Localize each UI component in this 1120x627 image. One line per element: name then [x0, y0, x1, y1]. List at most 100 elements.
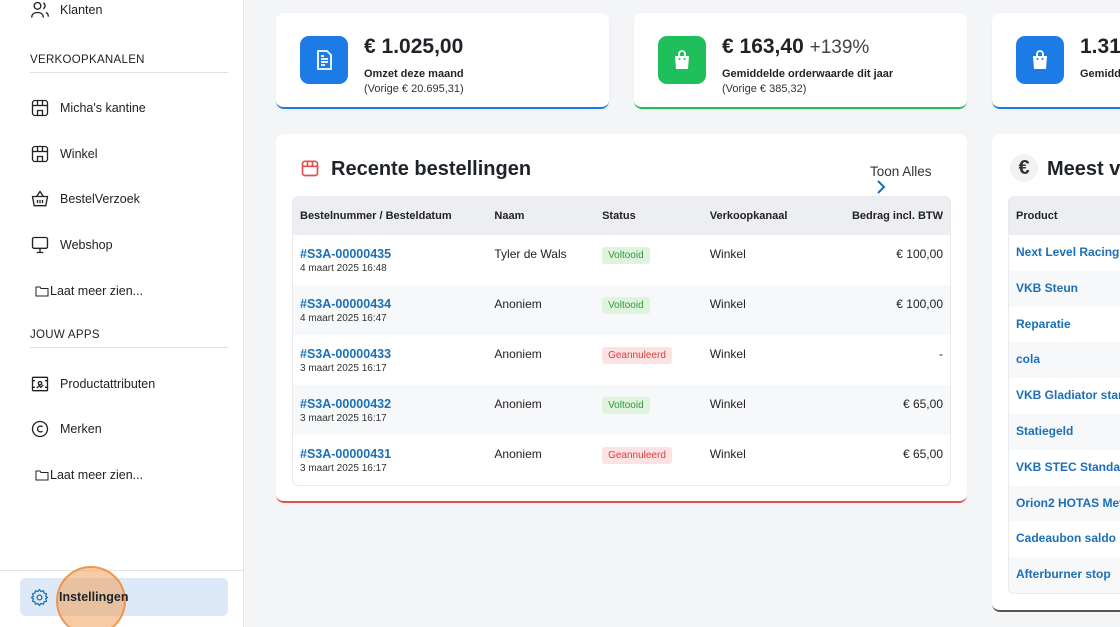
show-more-link-channels[interactable]: Laat meer zien...	[35, 284, 143, 298]
product-link[interactable]: Cadeaubon saldo	[1009, 521, 1120, 557]
status-badge: Geannuleerd	[602, 347, 672, 364]
stat-value: 1.31	[1080, 35, 1120, 58]
order-amount: -	[939, 347, 943, 361]
status-badge: Voltooid	[602, 297, 650, 314]
copyright-icon	[31, 420, 49, 438]
product-link[interactable]: Orion2 HOTAS Meta	[1009, 485, 1120, 522]
status-badge: Geannuleerd	[602, 447, 672, 464]
customer-name: Anoniem	[494, 347, 542, 361]
sidebar-item-label: Winkel	[60, 147, 98, 161]
users-icon	[31, 1, 49, 18]
image-frame-icon	[31, 376, 49, 392]
panel-title: Recente bestellingen	[331, 158, 532, 180]
status-badge: Voltooid	[602, 397, 650, 414]
column-header[interactable]: Bestelnummer / Besteldatum	[293, 210, 494, 222]
order-date: 4 maart 2025 16:48	[300, 263, 387, 274]
store-icon	[31, 99, 49, 117]
sidebar-item-label: Webshop	[60, 238, 113, 252]
order-date: 3 maart 2025 16:17	[300, 363, 387, 374]
sidebar-item-label: Micha's kantine	[60, 101, 146, 115]
sales-channel: Winkel	[709, 347, 746, 361]
customer-name: Tyler de Wals	[494, 247, 567, 261]
product-link[interactable]: Afterburner stop	[1009, 557, 1120, 593]
sidebar-item-label: Klanten	[60, 3, 103, 17]
sidebar-item-label: Merken	[60, 422, 102, 436]
column-header[interactable]: Naam	[494, 210, 602, 222]
order-date: 3 maart 2025 16:17	[300, 463, 387, 474]
sidebar-divider	[0, 570, 244, 571]
stat-icon-box	[1016, 36, 1064, 84]
product-link[interactable]: VKB Gladiator stand	[1009, 378, 1120, 414]
stat-value: € 1.025,00	[364, 35, 464, 58]
recent-orders-panel: Recente bestellingen Toon Alles Bestelnu…	[276, 134, 967, 503]
customer-name: Anoniem	[494, 397, 542, 411]
sales-channel: Winkel	[709, 447, 746, 461]
document-icon	[317, 50, 332, 70]
sidebar-item-winkel[interactable]: Winkel	[30, 144, 98, 164]
shopping-bag-icon	[675, 50, 689, 69]
sidebar-item-webshop[interactable]: Webshop	[30, 235, 113, 255]
show-more-link-apps[interactable]: Laat meer zien...	[35, 468, 143, 482]
table-row[interactable]: #S3A-00000435 4 maart 2025 16:48 Tyler de…	[293, 235, 950, 285]
sidebar-item-productattributen[interactable]: Productattributen	[30, 374, 155, 394]
order-date: 3 maart 2025 16:17	[300, 413, 387, 424]
product-link[interactable]: Statiegeld	[1009, 413, 1120, 450]
stat-label: Gemiddelde orderwaarde dit jaar	[722, 68, 894, 80]
sidebar-item-label: BestelVerzoek	[60, 192, 140, 206]
stat-card-avg-order: € 163,40 +139% Gemiddelde orderwaarde di…	[634, 13, 967, 109]
stat-card-third: 1.31 Gemidd	[992, 13, 1120, 109]
sales-channel: Winkel	[709, 247, 746, 261]
sidebar-item-bestelverzoek[interactable]: BestelVerzoek	[30, 189, 140, 209]
stat-label: Omzet deze maand	[364, 68, 464, 80]
sidebar-item-label: Productattributen	[60, 377, 156, 391]
column-header[interactable]: Product	[1009, 197, 1120, 235]
column-header[interactable]: Verkoopkanaal	[710, 210, 810, 222]
table-row[interactable]: #S3A-00000434 4 maart 2025 16:47 Anoniem …	[293, 285, 950, 335]
status-badge: Voltooid	[602, 247, 650, 264]
product-link[interactable]: Next Level Racing E	[1009, 235, 1120, 271]
order-number-link[interactable]: #S3A-00000432	[300, 397, 494, 411]
order-amount: € 100,00	[896, 297, 943, 311]
table-row[interactable]: #S3A-00000431 3 maart 2025 16:17 Anoniem …	[293, 435, 950, 485]
sidebar-item-kantine[interactable]: Micha's kantine	[30, 98, 146, 118]
order-amount: € 65,00	[902, 447, 943, 461]
euro-icon: €	[1010, 154, 1038, 182]
top-products-panel: € Meest v Product Next Level Racing E VK…	[992, 134, 1120, 612]
stat-label: Gemidd	[1080, 68, 1120, 80]
product-link[interactable]: VKB STEC Standard	[1009, 450, 1120, 486]
sidebar: Klanten VERKOOPKANALEN Micha's kantine W…	[0, 0, 244, 627]
sales-channel: Winkel	[709, 397, 746, 411]
order-date: 4 maart 2025 16:47	[300, 313, 387, 324]
sidebar-item-klanten[interactable]: Klanten	[30, 0, 102, 20]
product-link[interactable]: cola	[1009, 342, 1120, 379]
product-link[interactable]: Reparatie	[1009, 307, 1120, 343]
product-link[interactable]: VKB Steun	[1009, 270, 1120, 307]
order-number-link[interactable]: #S3A-00000435	[300, 247, 494, 261]
stat-previous: (Vorige € 385,32)	[722, 83, 807, 95]
monitor-icon	[31, 236, 49, 254]
products-table: Product Next Level Racing E VKB Steun Re…	[1008, 196, 1120, 594]
shopping-bag-icon	[1033, 50, 1047, 69]
column-header[interactable]: Bedrag incl. BTW	[809, 210, 950, 222]
table-row[interactable]: #S3A-00000432 3 maart 2025 16:17 Anoniem …	[293, 385, 950, 435]
order-amount: € 100,00	[896, 247, 943, 261]
store-icon	[31, 145, 49, 163]
gear-icon	[30, 588, 49, 606]
sidebar-item-merken[interactable]: Merken	[30, 419, 102, 439]
column-header[interactable]: Status	[602, 210, 710, 222]
order-number-link[interactable]: #S3A-00000434	[300, 297, 494, 311]
stat-card-revenue: € 1.025,00 Omzet deze maand (Vorige € 20…	[276, 13, 609, 109]
table-header: Bestelnummer / Besteldatum Naam Status V…	[293, 197, 950, 235]
section-title-jouw-apps: JOUW APPS	[30, 329, 228, 348]
order-number-link[interactable]: #S3A-00000433	[300, 347, 494, 361]
show-all-link[interactable]: Toon Alles	[870, 164, 932, 179]
order-number-link[interactable]: #S3A-00000431	[300, 447, 494, 461]
table-row[interactable]: #S3A-00000433 3 maart 2025 16:17 Anoniem …	[293, 335, 950, 385]
stat-icon-box	[658, 36, 706, 84]
section-title-verkoopkanalen: VERKOOPKANALEN	[30, 54, 228, 73]
stat-icon-box	[300, 36, 348, 84]
stat-growth: +139%	[809, 37, 870, 58]
chevron-right-icon[interactable]	[876, 180, 886, 194]
folder-icon	[35, 470, 49, 481]
panel-title: Meest v	[1047, 158, 1120, 180]
